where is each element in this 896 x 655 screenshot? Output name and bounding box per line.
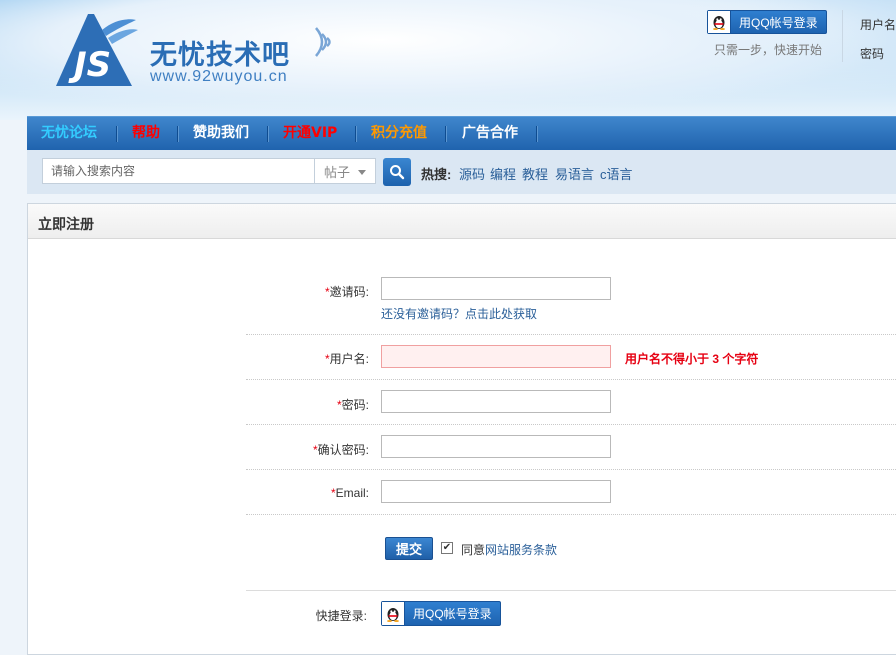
row-divider [246, 469, 896, 470]
qq-penguin-icon [382, 602, 405, 625]
header-qq-login-button[interactable]: 用QQ帐号登录 [707, 10, 827, 34]
agree-checkbox[interactable]: ✔ [441, 542, 453, 554]
password-label: *密码: [336, 398, 369, 412]
nav-item-recharge[interactable]: 积分充值 [371, 117, 427, 151]
site-name: 无忧技术吧 [150, 40, 290, 71]
get-invite-link[interactable]: 还没有邀请码？点击此处获取 [381, 305, 537, 322]
qq-login-note: 只需一步，快速开始 [714, 43, 823, 57]
row-divider [246, 424, 896, 425]
username-error: 用户名不得小于 3 个字符 [625, 352, 759, 366]
signal-icon [315, 27, 331, 57]
username-input[interactable] [381, 345, 611, 368]
chevron-down-icon [358, 170, 366, 175]
row-divider [246, 379, 896, 380]
search-input[interactable] [42, 158, 314, 184]
quick-qq-login-label: 用QQ帐号登录 [413, 607, 492, 621]
panel-title: 立即注册 [38, 217, 94, 233]
hot-link-e-language[interactable]: 易语言 [555, 164, 594, 183]
hot-link-c-language[interactable]: c语言 [600, 164, 633, 183]
search-type-value: 帖子 [324, 164, 351, 180]
nav-separator [536, 126, 538, 142]
nav-separator [267, 126, 269, 142]
agree-text: 同意网站服务条款 [461, 543, 558, 557]
nav-item-forum[interactable]: 无忧论坛 [41, 117, 97, 151]
header-divider [842, 10, 843, 62]
search-icon [390, 165, 405, 180]
hot-link-tutorial[interactable]: 教程 [522, 164, 548, 183]
search-button[interactable] [383, 158, 411, 186]
logo-letters: JS [68, 45, 111, 85]
panel-header: 立即注册 [28, 204, 896, 239]
nav-separator [177, 126, 179, 142]
terms-link[interactable]: 网站服务条款 [485, 543, 557, 557]
register-panel: 立即注册 [27, 203, 896, 655]
quick-qq-login-button[interactable]: 用QQ帐号登录 [381, 601, 501, 626]
confirm-password-label: *确认密码: [312, 443, 369, 457]
search-type-select[interactable]: 帖子 [314, 158, 376, 184]
row-divider [246, 334, 896, 335]
checkmark-icon: ✔ [442, 542, 452, 553]
header-password-label: 密码 [860, 47, 885, 61]
submit-button[interactable]: 提交 [385, 537, 433, 560]
email-input[interactable] [381, 480, 611, 503]
confirm-password-input[interactable] [381, 435, 611, 458]
password-input[interactable] [381, 390, 611, 413]
nav-separator [116, 126, 118, 142]
quick-login-divider [246, 590, 896, 591]
email-label: *Email: [330, 486, 369, 500]
nav-item-vip[interactable]: 开通VIP [283, 117, 337, 151]
qq-penguin-icon [708, 11, 731, 33]
header-qq-login-label: 用QQ帐号登录 [739, 15, 818, 30]
hot-link-programming[interactable]: 编程 [490, 164, 516, 183]
nav-separator [355, 126, 357, 142]
nav-item-ads[interactable]: 广告合作 [462, 117, 518, 151]
quick-login-label: 快捷登录: [315, 609, 367, 623]
nav-item-sponsor[interactable]: 赞助我们 [193, 117, 249, 151]
invite-label: *邀请码: [324, 285, 369, 299]
username-label: *用户名: [324, 352, 369, 366]
hot-search-label: 热搜: [421, 167, 452, 182]
site-url: www.92wuyou.cn [150, 68, 288, 85]
row-divider [246, 514, 896, 515]
hot-link-source[interactable]: 源码 [459, 164, 485, 183]
nav-separator [445, 126, 447, 142]
main-nav: 无忧论坛 帮助 赞助我们 开通VIP 积分充值 广告合作 [27, 116, 896, 151]
header-username-label: 用户名 [860, 18, 896, 32]
invite-code-input[interactable] [381, 277, 611, 300]
nav-item-help[interactable]: 帮助 [132, 117, 160, 151]
